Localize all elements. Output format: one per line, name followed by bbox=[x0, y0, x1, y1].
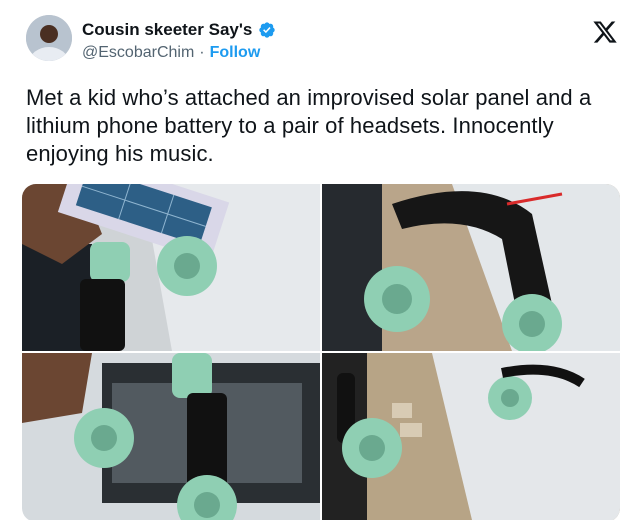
author-handle[interactable]: @EscobarChim bbox=[82, 44, 194, 62]
x-logo-icon[interactable] bbox=[592, 19, 618, 45]
photo-3[interactable] bbox=[22, 353, 320, 520]
photo-4[interactable] bbox=[322, 353, 620, 520]
avatar[interactable] bbox=[26, 15, 72, 61]
photo-2[interactable] bbox=[322, 184, 620, 351]
verified-badge-icon bbox=[259, 22, 276, 38]
photo-1[interactable] bbox=[22, 184, 320, 351]
follow-button[interactable]: Follow bbox=[210, 44, 261, 62]
tweet-text: Met a kid who’s attached an improvised s… bbox=[26, 85, 592, 166]
handle-row: @EscobarChim · Follow bbox=[82, 44, 260, 62]
author-name[interactable]: Cousin skeeter Say's bbox=[82, 20, 252, 40]
separator-dot: · bbox=[199, 44, 205, 61]
media-grid bbox=[22, 184, 620, 522]
author-row: Cousin skeeter Say's bbox=[82, 20, 276, 40]
